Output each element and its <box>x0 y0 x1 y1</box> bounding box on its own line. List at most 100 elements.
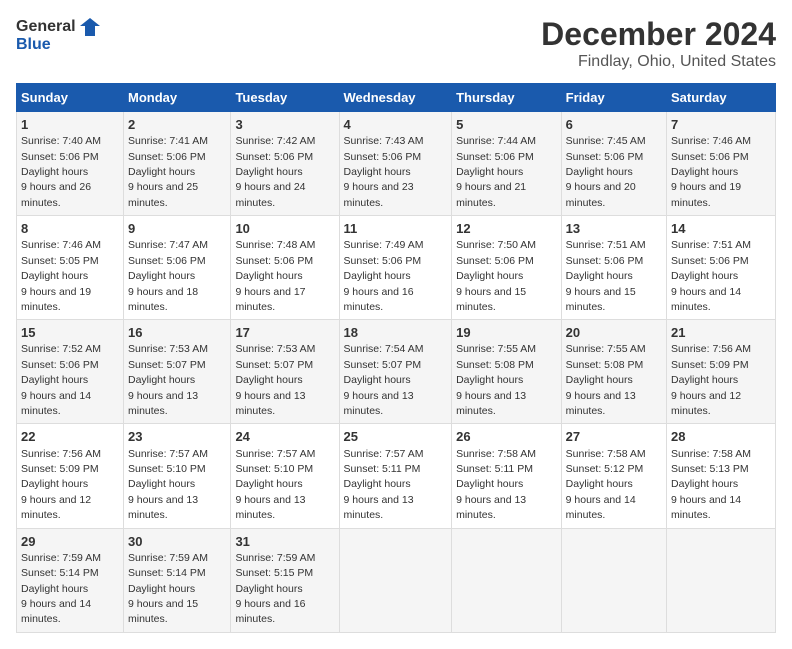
day-daylight: Daylight hours9 hours and 25 minutes. <box>128 166 198 209</box>
day-number: 8 <box>21 220 119 238</box>
day-number: 29 <box>21 533 119 551</box>
calendar-cell: 26 Sunrise: 7:58 AM Sunset: 5:11 PM Dayl… <box>452 424 562 528</box>
calendar-cell: 30 Sunrise: 7:59 AM Sunset: 5:14 PM Dayl… <box>123 528 230 632</box>
day-header-saturday: Saturday <box>667 84 776 112</box>
day-sunset: Sunset: 5:07 PM <box>344 359 422 371</box>
calendar-cell: 21 Sunrise: 7:56 AM Sunset: 5:09 PM Dayl… <box>667 320 776 424</box>
day-number: 19 <box>456 324 557 342</box>
calendar-cell <box>561 528 666 632</box>
day-daylight: Daylight hours9 hours and 16 minutes. <box>344 270 414 313</box>
day-sunrise: Sunrise: 7:50 AM <box>456 239 536 251</box>
day-daylight: Daylight hours9 hours and 19 minutes. <box>21 270 91 313</box>
calendar-week-row: 8 Sunrise: 7:46 AM Sunset: 5:05 PM Dayli… <box>17 216 776 320</box>
day-daylight: Daylight hours9 hours and 26 minutes. <box>21 166 91 209</box>
day-sunset: Sunset: 5:06 PM <box>671 255 749 267</box>
day-sunset: Sunset: 5:06 PM <box>21 151 99 163</box>
day-daylight: Daylight hours9 hours and 15 minutes. <box>128 583 198 626</box>
day-sunrise: Sunrise: 7:51 AM <box>566 239 646 251</box>
day-sunrise: Sunrise: 7:45 AM <box>566 135 646 147</box>
day-sunset: Sunset: 5:06 PM <box>566 255 644 267</box>
day-daylight: Daylight hours9 hours and 24 minutes. <box>235 166 305 209</box>
calendar-cell: 12 Sunrise: 7:50 AM Sunset: 5:06 PM Dayl… <box>452 216 562 320</box>
day-number: 3 <box>235 116 334 134</box>
day-sunrise: Sunrise: 7:59 AM <box>128 552 208 564</box>
day-sunset: Sunset: 5:06 PM <box>128 151 206 163</box>
calendar-cell: 28 Sunrise: 7:58 AM Sunset: 5:13 PM Dayl… <box>667 424 776 528</box>
day-sunrise: Sunrise: 7:54 AM <box>344 343 424 355</box>
day-number: 14 <box>671 220 771 238</box>
day-header-wednesday: Wednesday <box>339 84 452 112</box>
day-sunrise: Sunrise: 7:58 AM <box>456 448 536 460</box>
day-sunset: Sunset: 5:09 PM <box>671 359 749 371</box>
day-sunset: Sunset: 5:05 PM <box>21 255 99 267</box>
day-daylight: Daylight hours9 hours and 21 minutes. <box>456 166 526 209</box>
day-number: 5 <box>456 116 557 134</box>
day-sunrise: Sunrise: 7:44 AM <box>456 135 536 147</box>
day-sunset: Sunset: 5:06 PM <box>21 359 99 371</box>
day-daylight: Daylight hours9 hours and 12 minutes. <box>671 374 741 417</box>
day-number: 2 <box>128 116 226 134</box>
day-sunset: Sunset: 5:11 PM <box>344 463 421 475</box>
calendar-cell: 23 Sunrise: 7:57 AM Sunset: 5:10 PM Dayl… <box>123 424 230 528</box>
day-sunset: Sunset: 5:06 PM <box>671 151 749 163</box>
day-daylight: Daylight hours9 hours and 13 minutes. <box>235 478 305 521</box>
calendar-cell: 4 Sunrise: 7:43 AM Sunset: 5:06 PM Dayli… <box>339 112 452 216</box>
day-number: 25 <box>344 428 448 446</box>
day-daylight: Daylight hours9 hours and 14 minutes. <box>671 478 741 521</box>
day-daylight: Daylight hours9 hours and 14 minutes. <box>21 374 91 417</box>
day-sunrise: Sunrise: 7:51 AM <box>671 239 751 251</box>
calendar-cell: 29 Sunrise: 7:59 AM Sunset: 5:14 PM Dayl… <box>17 528 124 632</box>
calendar-week-row: 29 Sunrise: 7:59 AM Sunset: 5:14 PM Dayl… <box>17 528 776 632</box>
calendar-cell: 16 Sunrise: 7:53 AM Sunset: 5:07 PM Dayl… <box>123 320 230 424</box>
day-sunrise: Sunrise: 7:41 AM <box>128 135 208 147</box>
day-sunrise: Sunrise: 7:46 AM <box>671 135 751 147</box>
day-daylight: Daylight hours9 hours and 13 minutes. <box>344 374 414 417</box>
day-sunset: Sunset: 5:07 PM <box>235 359 313 371</box>
logo-general: General <box>16 18 76 36</box>
calendar-cell: 13 Sunrise: 7:51 AM Sunset: 5:06 PM Dayl… <box>561 216 666 320</box>
calendar-cell <box>667 528 776 632</box>
day-sunrise: Sunrise: 7:56 AM <box>21 448 101 460</box>
day-daylight: Daylight hours9 hours and 13 minutes. <box>566 374 636 417</box>
day-sunset: Sunset: 5:10 PM <box>128 463 206 475</box>
calendar-cell: 17 Sunrise: 7:53 AM Sunset: 5:07 PM Dayl… <box>231 320 339 424</box>
calendar-week-row: 22 Sunrise: 7:56 AM Sunset: 5:09 PM Dayl… <box>17 424 776 528</box>
day-sunrise: Sunrise: 7:59 AM <box>235 552 315 564</box>
day-daylight: Daylight hours9 hours and 14 minutes. <box>21 583 91 626</box>
day-daylight: Daylight hours9 hours and 13 minutes. <box>456 478 526 521</box>
day-number: 30 <box>128 533 226 551</box>
day-number: 6 <box>566 116 662 134</box>
calendar-cell: 22 Sunrise: 7:56 AM Sunset: 5:09 PM Dayl… <box>17 424 124 528</box>
day-sunrise: Sunrise: 7:53 AM <box>128 343 208 355</box>
calendar-week-row: 15 Sunrise: 7:52 AM Sunset: 5:06 PM Dayl… <box>17 320 776 424</box>
day-number: 27 <box>566 428 662 446</box>
day-sunrise: Sunrise: 7:49 AM <box>344 239 424 251</box>
day-number: 10 <box>235 220 334 238</box>
calendar-cell: 24 Sunrise: 7:57 AM Sunset: 5:10 PM Dayl… <box>231 424 339 528</box>
day-sunset: Sunset: 5:12 PM <box>566 463 644 475</box>
day-number: 11 <box>344 220 448 238</box>
day-number: 15 <box>21 324 119 342</box>
day-sunrise: Sunrise: 7:58 AM <box>671 448 751 460</box>
day-number: 26 <box>456 428 557 446</box>
day-sunrise: Sunrise: 7:47 AM <box>128 239 208 251</box>
day-daylight: Daylight hours9 hours and 13 minutes. <box>235 374 305 417</box>
day-sunset: Sunset: 5:07 PM <box>128 359 206 371</box>
calendar-cell <box>452 528 562 632</box>
day-sunrise: Sunrise: 7:42 AM <box>235 135 315 147</box>
day-number: 22 <box>21 428 119 446</box>
day-sunset: Sunset: 5:11 PM <box>456 463 533 475</box>
calendar-cell: 25 Sunrise: 7:57 AM Sunset: 5:11 PM Dayl… <box>339 424 452 528</box>
logo-bird-icon <box>78 16 100 38</box>
day-daylight: Daylight hours9 hours and 19 minutes. <box>671 166 741 209</box>
page-header: General Blue December 2024 Findlay, Ohio… <box>16 16 776 71</box>
day-sunset: Sunset: 5:06 PM <box>235 255 313 267</box>
logo-blue: Blue <box>16 36 100 54</box>
day-sunrise: Sunrise: 7:57 AM <box>128 448 208 460</box>
day-sunrise: Sunrise: 7:56 AM <box>671 343 751 355</box>
day-header-sunday: Sunday <box>17 84 124 112</box>
day-sunrise: Sunrise: 7:59 AM <box>21 552 101 564</box>
day-sunset: Sunset: 5:14 PM <box>128 567 206 579</box>
day-number: 17 <box>235 324 334 342</box>
day-number: 20 <box>566 324 662 342</box>
